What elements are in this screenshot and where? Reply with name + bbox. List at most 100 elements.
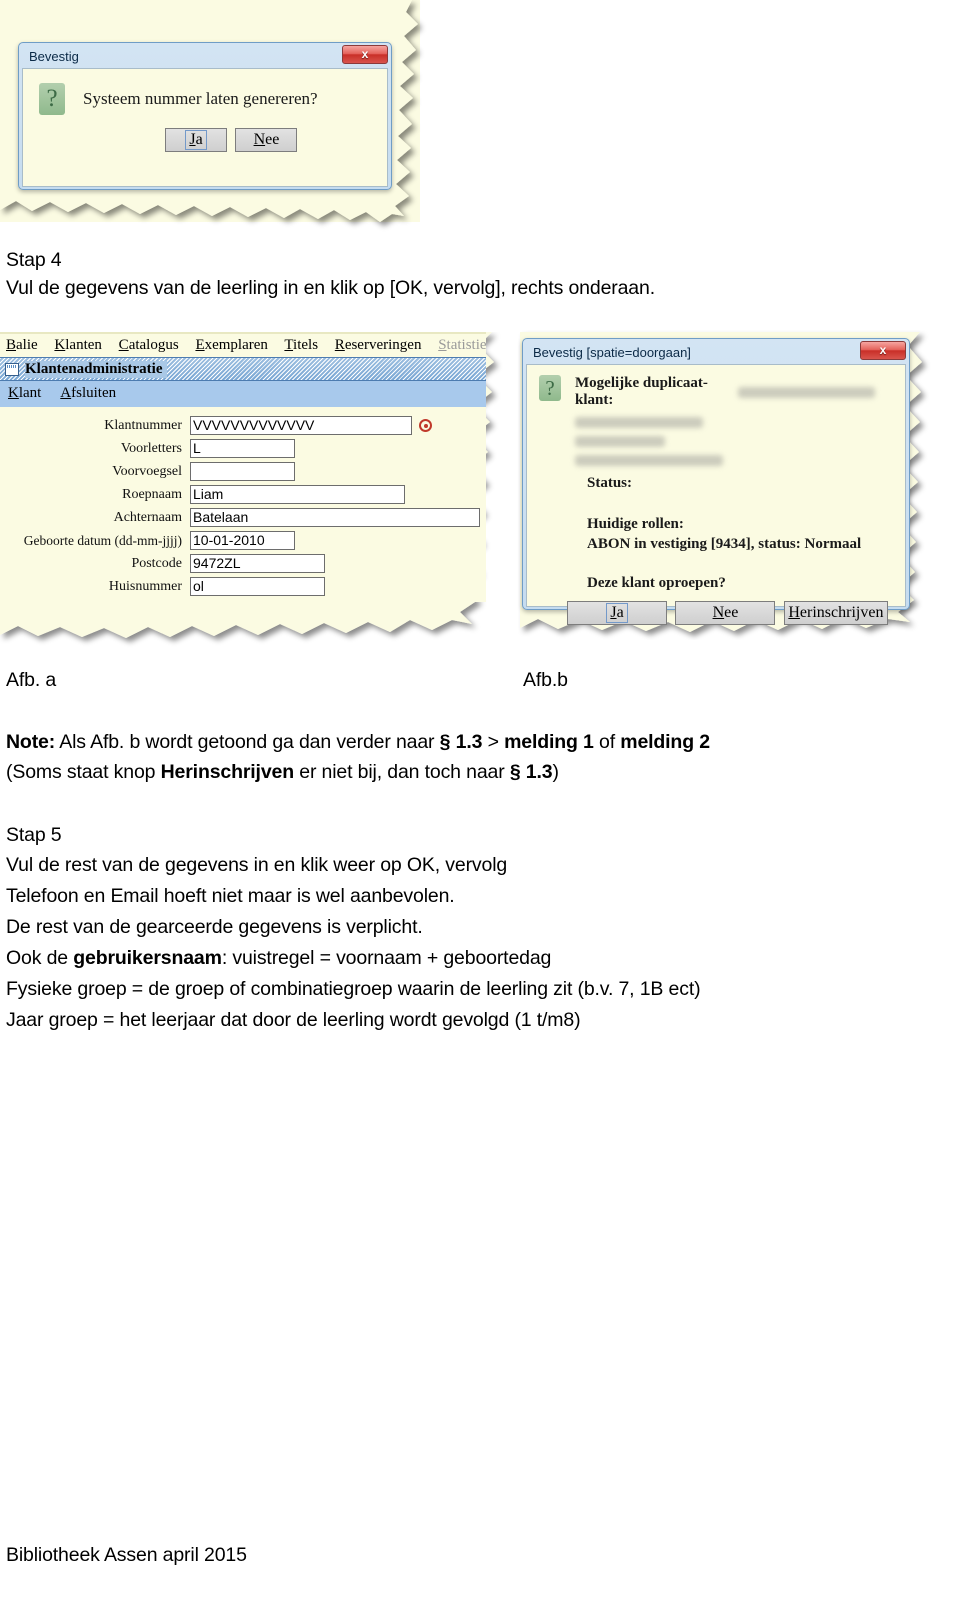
duplicate-dialog: Bevestig [spatie=doorgaan] x ? Mogelijke… — [522, 338, 910, 625]
input-roepnaam[interactable]: Liam — [190, 485, 405, 504]
menu-item-balie[interactable]: Balie — [6, 337, 38, 353]
step5-line4-post: : vuistregel = voornaam + geboortedag — [221, 947, 552, 969]
note-ref2: melding 1 — [504, 731, 594, 753]
note-line2-bold: Herinschrijven — [160, 761, 295, 783]
note-line-2: (Soms staat knop Herinschrijven er niet … — [6, 757, 559, 787]
dialog-message: Systeem nummer laten genereren? — [83, 89, 318, 108]
screenshot-klantenadministratie: Balie Klanten Catalogus Exemplaren Titel… — [0, 332, 500, 642]
input-voorletters[interactable]: L — [190, 439, 295, 458]
caption-afb-a: Afb. a — [6, 669, 57, 691]
label-roepnaam: Roepnaam — [122, 486, 182, 502]
note-part1: Als Afb. b wordt getoond ga dan verder n… — [55, 731, 440, 753]
input-geboortedatum[interactable]: 10-01-2010 — [190, 531, 295, 550]
footer-text: Bibliotheek Assen april 2015 — [6, 1544, 247, 1566]
window-icon — [5, 362, 19, 376]
close-icon[interactable]: x — [860, 341, 906, 360]
note-line-1: Note: Als Afb. b wordt getoond ga dan ve… — [6, 727, 710, 757]
form-row-klantnummer: Klantnummer VVVVVVVVVVVVV — [0, 416, 486, 435]
input-voorvoegsel[interactable] — [190, 462, 295, 481]
note-line2-part1: (Soms staat knop — [6, 761, 161, 783]
label-postcode: Postcode — [131, 555, 182, 571]
label-voorvoegsel: Voorvoegsel — [112, 463, 182, 479]
step5-line4-pre: Ook de — [6, 947, 74, 969]
confirm-dialog: Bevestig x ? Systeem nummer laten genere… — [18, 42, 392, 190]
target-icon[interactable] — [419, 419, 432, 432]
note-line2-ref: § 1.3 — [509, 761, 553, 783]
main-menubar[interactable]: Balie Klanten Catalogus Exemplaren Titel… — [0, 332, 486, 357]
ja-button[interactable]: Ja — [165, 128, 227, 152]
caption-afb-b: Afb.b — [523, 669, 568, 691]
label-geboortedatum: Geboorte datum (dd-mm-jjjj) — [23, 532, 182, 548]
form-row-voorletters: Voorletters L — [0, 439, 486, 458]
label-achternaam: Achternaam — [113, 509, 182, 525]
input-achternaam[interactable]: Batelaan — [190, 508, 480, 527]
submenu-item-klant[interactable]: Klant — [8, 385, 41, 401]
note-ref1: § 1.3 — [439, 731, 483, 753]
step5-line-4: Ook de gebruikersnaam: vuistregel = voor… — [6, 943, 551, 973]
note-line2-part3: ) — [552, 761, 559, 783]
klant-form: Klantnummer VVVVVVVVVVVVV Voorletters L … — [0, 407, 486, 602]
input-klantnummer[interactable]: VVVVVVVVVVVVV — [190, 416, 412, 435]
menu-item-titels[interactable]: Titels — [284, 337, 318, 353]
input-huisnummer[interactable]: ol — [190, 577, 325, 596]
label-klantnummer: Klantnummer — [104, 417, 182, 433]
note-line2-part2: er niet bij, dan toch naar — [293, 761, 510, 783]
question-icon: ? — [539, 375, 561, 401]
step5-line4-bold: gebruikersnaam — [73, 947, 222, 969]
menu-item-catalogus[interactable]: Catalogus — [119, 337, 179, 353]
redacted-value-0 — [737, 386, 875, 398]
role-value: ABON in vestiging [9434], status: Normaa… — [587, 536, 862, 552]
dialog-body: ? Systeem nummer laten genereren? Ja Nee — [22, 68, 388, 187]
screenshot-duplicate-dialog: Bevestig [spatie=doorgaan] x ? Mogelijke… — [518, 330, 928, 632]
step5-line-1: Vul de rest van de gegevens in en klik w… — [6, 854, 508, 876]
form-row-huisnummer: Huisnummer ol — [0, 577, 486, 596]
label-voorletters: Voorletters — [120, 440, 182, 456]
step5-line-2: Telefoon en Email hoeft niet maar is wel… — [6, 885, 455, 907]
step5-line-5: Fysieke groep = de groep of combinatiegr… — [6, 978, 701, 1000]
menu-item-klanten[interactable]: Klanten — [54, 337, 102, 353]
herinschrijven-button[interactable]: Herinschrijven — [783, 601, 888, 625]
note-label: Note: — [6, 731, 56, 753]
note-ref3: melding 2 — [620, 731, 710, 753]
form-row-postcode: Postcode 9472ZL — [0, 554, 486, 573]
step4-heading: Stap 4 — [6, 249, 62, 271]
redacted-value-1 — [575, 417, 703, 428]
ja-button-focus-ring: Ja — [185, 130, 207, 150]
duplicate-dialog-title-text: Bevestig [spatie=doorgaan] — [533, 345, 691, 360]
oproepen-question: Deze klant oproepen? — [587, 575, 726, 591]
question-icon: ? — [39, 83, 65, 115]
form-row-geboortedatum: Geboorte datum (dd-mm-jjjj) 10-01-2010 — [0, 531, 486, 550]
dialog-titlebar: Bevestig x — [22, 45, 388, 68]
form-row-voorvoegsel: Voorvoegsel — [0, 462, 486, 481]
screenshot-confirm-dialog: Bevestig x ? Systeem nummer laten genere… — [0, 0, 420, 222]
close-icon[interactable]: x — [342, 45, 388, 64]
step4-body: Vul de gegevens van de leerling in en kl… — [6, 277, 655, 299]
duplicate-dialog-titlebar: Bevestig [spatie=doorgaan] x — [526, 341, 906, 364]
label-huisnummer: Huisnummer — [108, 578, 182, 594]
menu-item-statistieken: Statistieke. — [438, 337, 486, 353]
step5-heading: Stap 5 — [6, 824, 62, 846]
form-row-roepnaam: Roepnaam Liam — [0, 485, 486, 504]
note-part2: > — [482, 731, 505, 753]
klanten-submenu[interactable]: Klant Afsluiten — [0, 381, 486, 407]
nee-button[interactable]: Nee — [675, 601, 776, 625]
note-part3: of — [593, 731, 621, 753]
duplicate-dialog-body: ? Mogelijke duplicaat-klant: Status: Hui… — [526, 364, 906, 625]
input-postcode[interactable]: 9472ZL — [190, 554, 325, 573]
huidige-rollen-label: Huidige rollen: — [587, 516, 684, 532]
klanten-window-title: Klantenadministratie — [25, 360, 167, 378]
nee-button[interactable]: Nee — [235, 128, 298, 152]
submenu-item-afsluiten[interactable]: Afsluiten — [60, 385, 116, 401]
dialog-title-text: Bevestig — [29, 49, 79, 64]
step5-line-3: De rest van de gearceerde gegevens is ve… — [6, 916, 423, 938]
menu-item-reserveringen[interactable]: Reserveringen — [335, 337, 422, 353]
duplicate-klant-label: Mogelijke duplicaat-klant: — [575, 375, 708, 408]
redacted-value-3 — [575, 455, 723, 466]
klanten-window-titlebar: Klantenadministratie — [0, 357, 486, 381]
form-row-achternaam: Achternaam Batelaan — [0, 508, 486, 527]
redacted-value-2 — [575, 436, 665, 447]
menu-item-exemplaren[interactable]: Exemplaren — [195, 337, 267, 353]
status-label: Status: — [587, 475, 633, 491]
ja-button-focus-ring: Ja — [606, 603, 628, 623]
ja-button[interactable]: Ja — [567, 601, 667, 625]
